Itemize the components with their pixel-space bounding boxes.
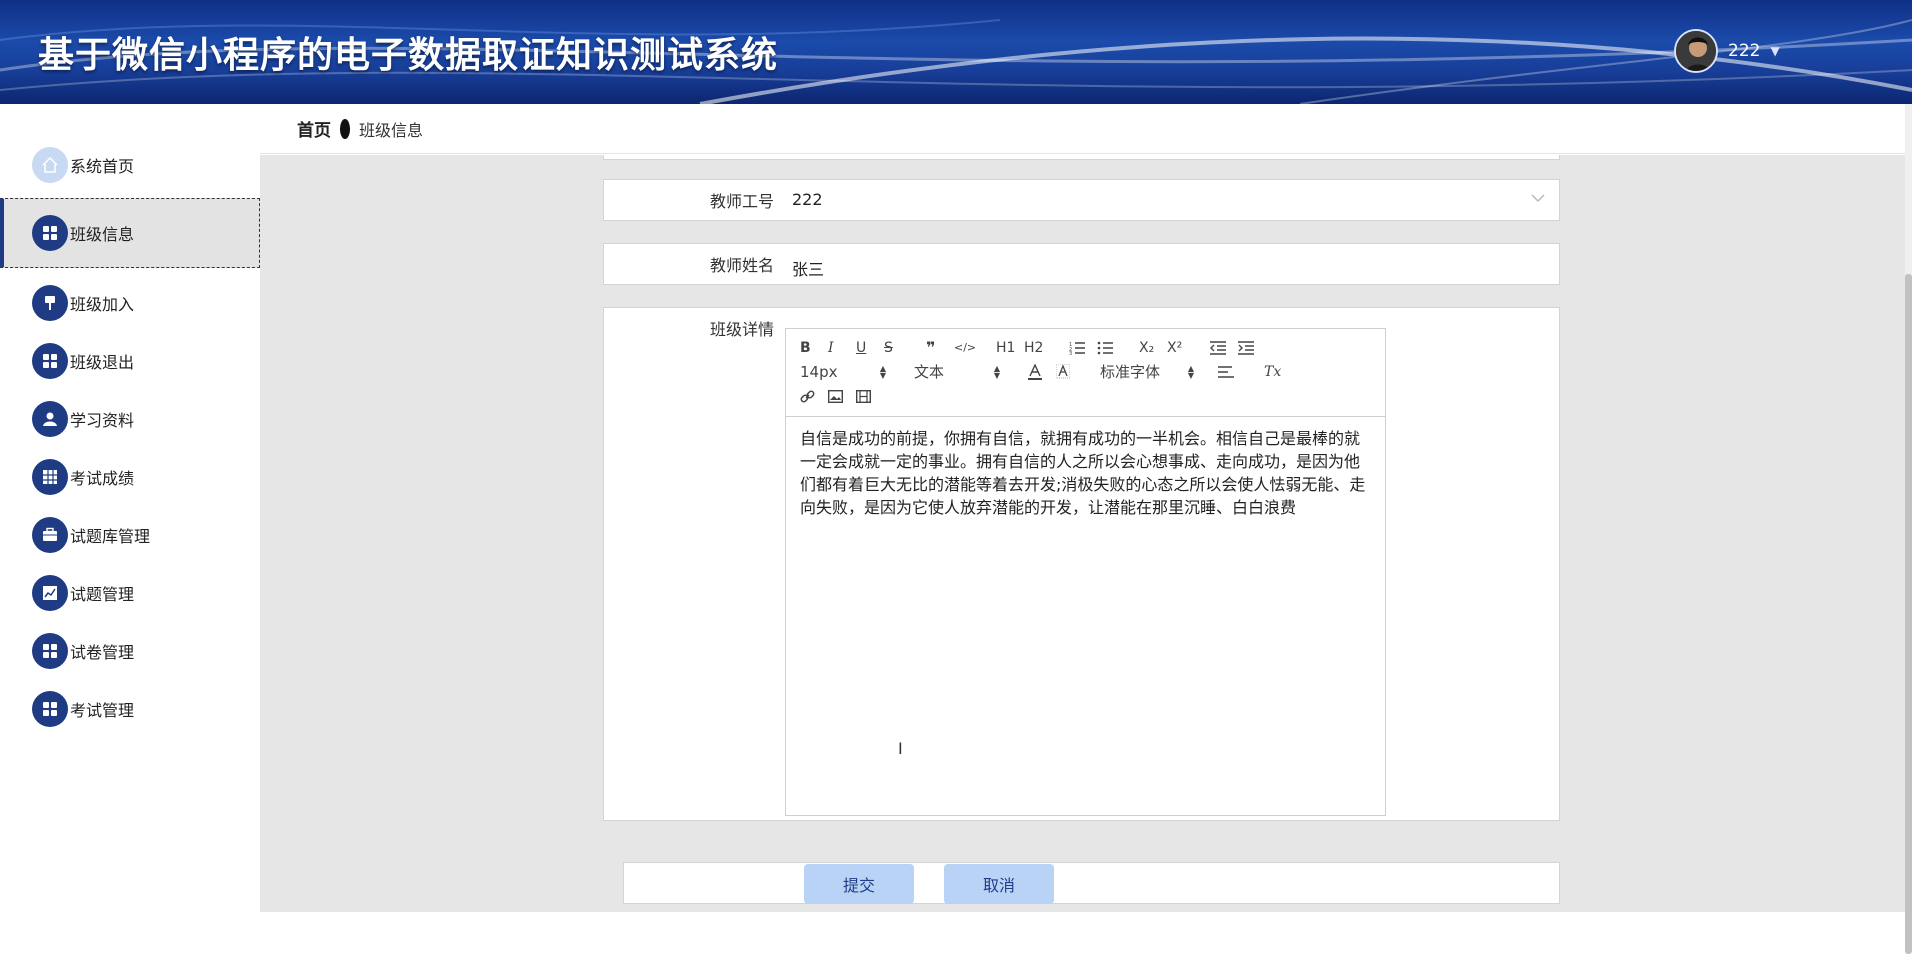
- heading1-button[interactable]: H1: [996, 337, 1015, 359]
- pin-icon: [32, 285, 68, 321]
- form-actions: 提交 取消: [623, 862, 1560, 904]
- form-row-top-edge: [603, 155, 1560, 160]
- code-block-icon[interactable]: </>: [954, 337, 976, 359]
- select-arrows-icon: ▲ ▼: [993, 364, 1000, 380]
- teacher-name-row: 教师姓名 张三: [603, 243, 1560, 285]
- chevron-down-icon[interactable]: [1531, 191, 1545, 207]
- sidebar: 系统首页班级信息班级加入班级退出学习资料考试成绩试题库管理试题管理试卷管理考试管…: [0, 104, 260, 912]
- teacher-name-label: 教师姓名: [709, 256, 774, 275]
- sidebar-item-label: 系统首页: [70, 157, 135, 176]
- submit-button[interactable]: 提交: [804, 864, 914, 904]
- teacher-id-select[interactable]: 222: [792, 190, 823, 209]
- grid-icon: [32, 215, 68, 251]
- avatar[interactable]: [1674, 29, 1718, 73]
- underline-button[interactable]: U: [856, 337, 866, 359]
- teacher-id-row: 教师工号 222: [603, 179, 1560, 221]
- sidebar-item-10[interactable]: 考试管理: [0, 674, 260, 744]
- text-cursor-icon: I: [898, 739, 903, 758]
- indent-icon[interactable]: [1238, 337, 1254, 359]
- grid-icon: [32, 633, 68, 669]
- username[interactable]: 222: [1728, 41, 1760, 61]
- page-scrollbar[interactable]: [1905, 104, 1912, 954]
- main-content: 教师工号 222 教师姓名 张三 班级详情 B I U S ❞ </> H1 H…: [260, 155, 1905, 912]
- sidebar-item-label: 试题管理: [70, 585, 135, 604]
- chart-icon: [32, 575, 68, 611]
- sidebar-item-1[interactable]: 系统首页: [0, 130, 260, 200]
- header-select-value: 文本: [914, 363, 945, 381]
- outdent-icon[interactable]: [1210, 337, 1226, 359]
- rich-text-editor[interactable]: B I U S ❞ </> H1 H2 123 X₂ X² 14px ▲ ▼ 文…: [785, 328, 1386, 816]
- select-arrows-icon: ▲ ▼: [1187, 364, 1194, 380]
- subscript-button[interactable]: X₂: [1139, 337, 1154, 359]
- table-icon: [32, 459, 68, 495]
- font-family-select[interactable]: 标准字体 ▲ ▼: [1100, 361, 1194, 383]
- chevron-down-icon[interactable]: ▼: [1770, 44, 1779, 58]
- editor-content[interactable]: 自信是成功的前提，你拥有自信，就拥有成功的一半机会。相信自己是最棒的就一定会成就…: [786, 417, 1385, 529]
- grid-icon: [32, 691, 68, 727]
- align-icon[interactable]: [1218, 361, 1234, 383]
- video-icon[interactable]: [856, 385, 871, 407]
- cancel-button[interactable]: 取消: [944, 864, 1054, 904]
- sidebar-item-label: 班级加入: [70, 295, 135, 314]
- sidebar-item-label: 班级信息: [70, 225, 135, 244]
- font-size-value: 14px: [800, 363, 838, 381]
- svg-text:3: 3: [1069, 351, 1072, 355]
- briefcase-icon: [32, 517, 68, 553]
- font-color-icon[interactable]: [1028, 361, 1042, 383]
- sidebar-item-label: 班级退出: [70, 353, 135, 372]
- ordered-list-icon[interactable]: 123: [1069, 337, 1085, 359]
- header-select[interactable]: 文本 ▲ ▼: [914, 361, 1000, 383]
- sidebar-item-partial[interactable]: [0, 900, 260, 912]
- strike-button[interactable]: S: [884, 337, 893, 359]
- select-arrows-icon: ▲ ▼: [879, 364, 886, 380]
- breadcrumb-home[interactable]: 首页: [297, 116, 331, 141]
- clear-format-icon[interactable]: Tx: [1264, 361, 1281, 383]
- class-detail-label: 班级详情: [709, 320, 774, 339]
- app-title: 基于微信小程序的电子数据取证知识测试系统: [38, 35, 779, 76]
- scrollbar-thumb[interactable]: [1905, 274, 1912, 954]
- font-size-select[interactable]: 14px ▲ ▼: [800, 361, 886, 383]
- bullet-list-icon[interactable]: [1097, 337, 1113, 359]
- sidebar-item-2[interactable]: 班级信息: [0, 198, 260, 268]
- superscript-button[interactable]: X²: [1167, 337, 1182, 359]
- breadcrumb-separator-icon: [340, 118, 350, 139]
- grid-icon: [32, 343, 68, 379]
- blockquote-icon[interactable]: ❞: [926, 337, 935, 359]
- sidebar-item-label: 试卷管理: [70, 643, 135, 662]
- user-menu[interactable]: 222 ▼: [1674, 28, 1780, 74]
- image-icon[interactable]: [828, 385, 843, 407]
- sidebar-item-label: 考试管理: [70, 701, 135, 720]
- editor-toolbar: B I U S ❞ </> H1 H2 123 X₂ X² 14px ▲ ▼ 文…: [786, 329, 1385, 417]
- home-icon: [32, 147, 68, 183]
- teacher-name-input[interactable]: 张三: [792, 256, 824, 280]
- breadcrumb-current: 班级信息: [359, 120, 424, 140]
- sidebar-item-label: 试题库管理: [70, 527, 151, 546]
- sidebar-item-label: 学习资料: [70, 411, 135, 430]
- font-family-value: 标准字体: [1100, 363, 1161, 381]
- teacher-id-label: 教师工号: [709, 192, 774, 211]
- sidebar-item-label: 考试成绩: [70, 469, 135, 488]
- italic-button[interactable]: I: [828, 337, 834, 359]
- link-icon[interactable]: [800, 385, 815, 407]
- background-color-icon[interactable]: [1056, 361, 1070, 383]
- breadcrumb: 首页 班级信息: [260, 104, 1910, 154]
- heading2-button[interactable]: H2: [1024, 337, 1043, 359]
- user-icon: [32, 401, 68, 437]
- bold-button[interactable]: B: [800, 337, 811, 359]
- class-detail-row: 班级详情 B I U S ❞ </> H1 H2 123 X₂ X² 14px …: [603, 307, 1560, 821]
- app-header: 基于微信小程序的电子数据取证知识测试系统 222 ▼: [0, 0, 1912, 104]
